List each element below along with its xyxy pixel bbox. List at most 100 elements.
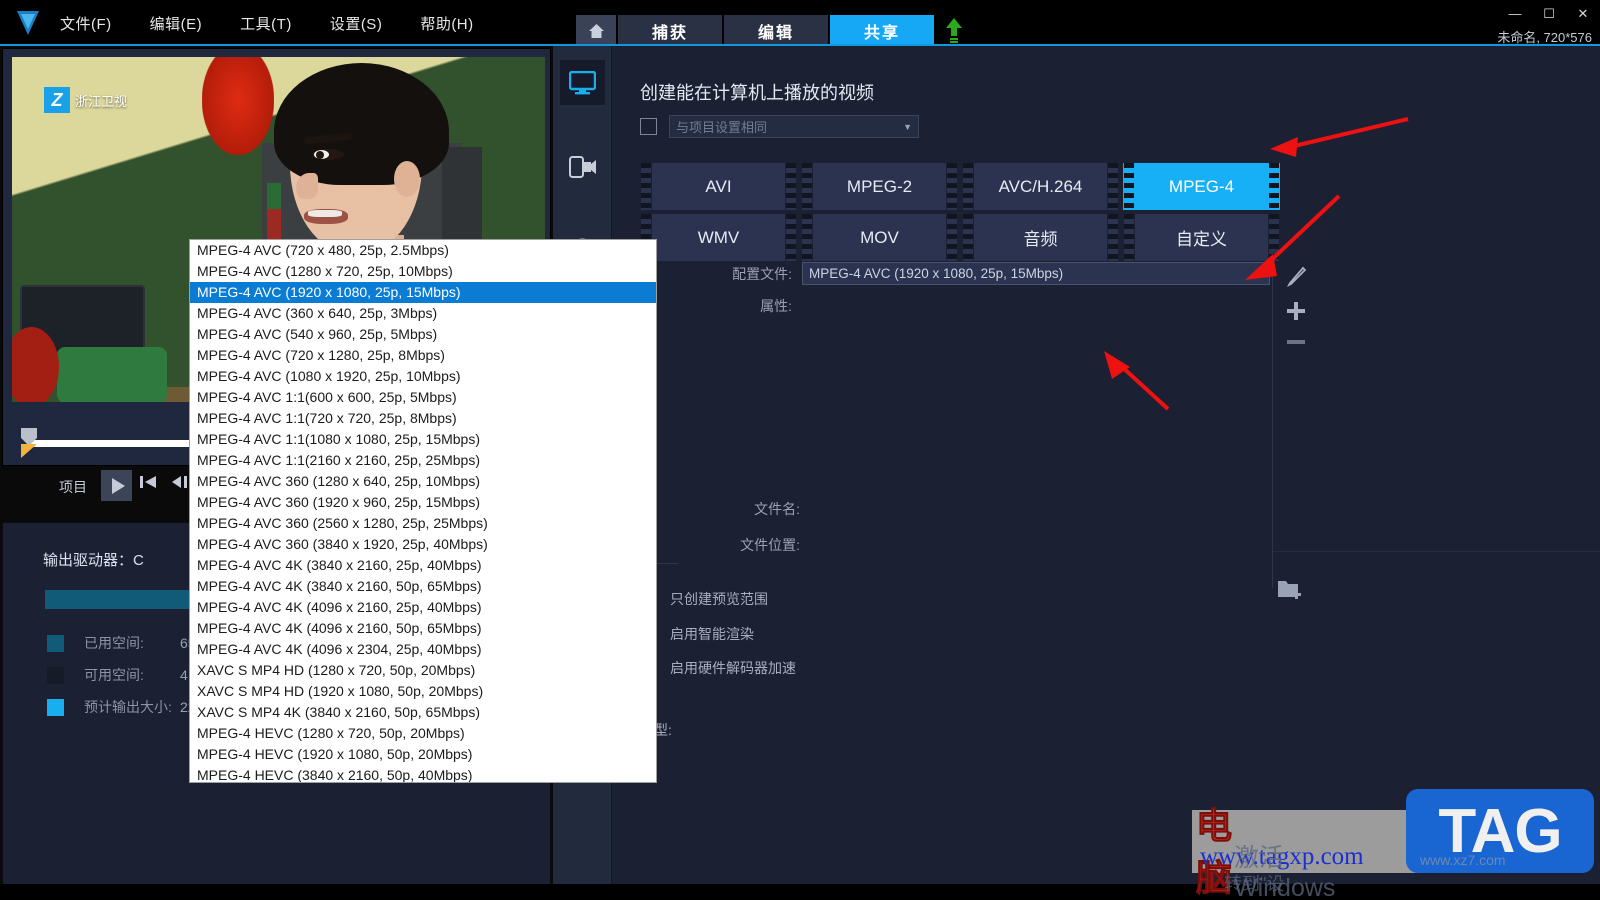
film-perforation-left: [802, 214, 812, 261]
option-smart-render[interactable]: 启用智能渲染: [640, 623, 754, 644]
dropdown-item[interactable]: MPEG-4 AVC (1280 x 720, 25p, 10Mbps): [190, 261, 656, 282]
format-button-grid: AVI MPEG-2 AVC/H.264 MPEG-4 WMV MOV 音频 自…: [640, 163, 1292, 261]
windows-activation-line2: 转到"设置"以激活 Windows: [1224, 874, 1285, 894]
legend-swatch-estimated: [47, 698, 64, 716]
dropdown-item[interactable]: MPEG-4 AVC 360 (1920 x 960, 25p, 15Mbps): [190, 492, 656, 513]
dropdown-item[interactable]: XAVC S MP4 HD (1920 x 1080, 50p, 20Mbps): [190, 681, 656, 702]
video-teeth: [308, 210, 342, 217]
tab-home[interactable]: [576, 15, 616, 46]
dropdown-item[interactable]: MPEG-4 AVC (720 x 480, 25p, 2.5Mbps): [190, 240, 656, 261]
film-perforation-right: [786, 163, 796, 210]
format-button-mpeg2[interactable]: MPEG-2: [801, 163, 958, 210]
channel-logo-label: 浙江卫视: [75, 93, 128, 109]
dropdown-item[interactable]: MPEG-4 AVC 360 (1280 x 640, 25p, 10Mbps): [190, 471, 656, 492]
dropdown-item[interactable]: MPEG-4 AVC 1:1(2160 x 2160, 25p, 25Mbps): [190, 450, 656, 471]
skip-previous-icon[interactable]: [139, 474, 157, 495]
menu-edit[interactable]: 编辑(E): [146, 11, 207, 36]
dropdown-item[interactable]: MPEG-4 AVC 4K (3840 x 2160, 50p, 65Mbps): [190, 576, 656, 597]
smart-render-label: 启用智能渲染: [670, 626, 754, 642]
dropdown-item[interactable]: MPEG-4 AVC 1:1(1080 x 1080, 25p, 15Mbps): [190, 429, 656, 450]
format-label: MOV: [860, 227, 899, 247]
dropdown-item[interactable]: MPEG-4 HEVC (3840 x 2160, 50p, 40Mbps): [190, 765, 656, 782]
menu-bar[interactable]: 文件(F) 编辑(E) 工具(T) 设置(S) 帮助(H): [56, 11, 478, 36]
dropdown-item[interactable]: MPEG-4 AVC 4K (4096 x 2304, 25p, 40Mbps): [190, 639, 656, 660]
menu-tools[interactable]: 工具(T): [236, 11, 296, 36]
dropdown-item[interactable]: MPEG-4 AVC (1920 x 1080, 25p, 15Mbps): [190, 282, 656, 303]
format-button-wmv[interactable]: WMV: [640, 214, 797, 261]
dropdown-item[interactable]: MPEG-4 AVC (720 x 1280, 25p, 8Mbps): [190, 345, 656, 366]
same-as-project-checkbox[interactable]: [640, 118, 657, 135]
share-panel: DVD 3D 创建能在计算机上播放的视频 与项目设置相同 ▼: [553, 46, 1600, 900]
remove-minus-icon[interactable]: [1285, 334, 1307, 352]
film-perforation-left: [1124, 163, 1134, 210]
dropdown-item[interactable]: MPEG-4 AVC 1:1(600 x 600, 25p, 5Mbps): [190, 387, 656, 408]
dropdown-item[interactable]: MPEG-4 AVC (1080 x 1920, 25p, 10Mbps): [190, 366, 656, 387]
dropdown-item[interactable]: MPEG-4 AVC 4K (4096 x 2160, 25p, 40Mbps): [190, 597, 656, 618]
video-ear: [394, 161, 420, 197]
legend-label-used: 已用空间:: [84, 635, 144, 651]
video-pillow: [57, 347, 167, 402]
folder-add-icon[interactable]: [1277, 576, 1304, 606]
film-perforation-right: [947, 163, 957, 210]
tab-edit[interactable]: 编辑: [724, 15, 828, 46]
channel-logo-icon: Z: [44, 87, 70, 113]
dropdown-item[interactable]: XAVC S MP4 HD (1280 x 720, 50p, 20Mbps): [190, 660, 656, 681]
dropdown-item[interactable]: MPEG-4 AVC 1:1(720 x 720, 25p, 8Mbps): [190, 408, 656, 429]
close-button[interactable]: ✕: [1574, 6, 1592, 22]
option-preview-range[interactable]: 只创建预览范围: [640, 589, 768, 609]
same-as-project-select[interactable]: 与项目设置相同 ▼: [669, 115, 919, 138]
dropdown-item[interactable]: MPEG-4 AVC 360 (3840 x 1920, 25p, 40Mbps…: [190, 534, 656, 555]
dropdown-item[interactable]: MPEG-4 HEVC (1280 x 720, 50p, 20Mbps): [190, 723, 656, 744]
dropdown-item[interactable]: XAVC S MP4 4K (3840 x 2160, 50p, 65Mbps): [190, 702, 656, 723]
format-label: MPEG-2: [846, 176, 913, 196]
dropdown-item[interactable]: MPEG-4 AVC 4K (4096 x 2160, 50p, 65Mbps): [190, 618, 656, 639]
legend-label-estimated: 预计输出大小:: [84, 699, 172, 715]
dropdown-item[interactable]: MPEG-4 AVC (360 x 640, 25p, 3Mbps): [190, 303, 656, 324]
film-perforation-left: [963, 163, 973, 210]
upload-arrow-icon[interactable]: [944, 16, 964, 44]
play-button[interactable]: [101, 470, 132, 501]
video-decor-red: [202, 57, 274, 155]
video-pupil: [316, 151, 324, 159]
dropdown-item[interactable]: MPEG-4 AVC 360 (2560 x 1280, 25p, 25Mbps…: [190, 513, 656, 534]
dropdown-item[interactable]: MPEG-4 HEVC (1920 x 1080, 50p, 20Mbps): [190, 744, 656, 765]
bottom-black-strip: [0, 884, 1600, 900]
frame-back-icon[interactable]: [171, 474, 191, 495]
dropdown-item[interactable]: MPEG-4 AVC (540 x 960, 25p, 5Mbps): [190, 324, 656, 345]
profile-combobox[interactable]: MPEG-4 AVC (1920 x 1080, 25p, 15Mbps) ▼: [802, 262, 1270, 285]
tab-capture[interactable]: 捕获: [618, 15, 722, 46]
tab-share[interactable]: 共享: [830, 15, 934, 46]
menu-help[interactable]: 帮助(H): [416, 11, 477, 36]
rail-item-device[interactable]: [560, 144, 605, 189]
same-as-project-label: 与项目设置相同: [676, 120, 768, 135]
film-perforation-left: [1124, 214, 1134, 261]
section-title: 创建能在计算机上播放的视频: [640, 83, 874, 103]
format-button-avc-h264[interactable]: AVC/H.264: [962, 163, 1119, 210]
maximize-button[interactable]: ☐: [1540, 6, 1558, 22]
legend-label-free: 可用空间:: [84, 667, 144, 683]
home-icon: [588, 23, 604, 38]
dropdown-item[interactable]: MPEG-4 AVC 4K (3840 x 2160, 25p, 40Mbps): [190, 555, 656, 576]
format-button-audio[interactable]: 音频: [962, 214, 1119, 261]
monitor-icon: [569, 70, 596, 94]
menu-settings[interactable]: 设置(S): [326, 11, 387, 36]
mobile-device-icon: [568, 155, 596, 178]
format-button-avi[interactable]: AVI: [640, 163, 797, 210]
profile-dropdown-list[interactable]: MPEG-4 AVC (720 x 480, 25p, 2.5Mbps) MPEG…: [189, 239, 657, 783]
title-bar: 文件(F) 编辑(E) 工具(T) 设置(S) 帮助(H) 捕获 编辑 共享 —…: [0, 0, 1600, 46]
preview-range-label: 只创建预览范围: [670, 591, 768, 607]
annotation-arrow-to-selected-item: [1090, 345, 1180, 415]
film-perforation-right: [786, 214, 796, 261]
format-button-mov[interactable]: MOV: [801, 214, 958, 261]
annotation-arrow-to-profile-dropdown: [1215, 192, 1345, 282]
rail-item-computer[interactable]: [560, 60, 605, 105]
minimize-button[interactable]: —: [1506, 6, 1524, 22]
film-perforation-left: [641, 163, 651, 210]
film-perforation-left: [963, 214, 973, 261]
menu-file[interactable]: 文件(F): [56, 11, 116, 36]
film-perforation-right: [1108, 163, 1118, 210]
option-hw-decoder[interactable]: 启用硬件解码器加速: [640, 657, 796, 678]
video-nose: [296, 173, 318, 199]
add-plus-icon[interactable]: [1285, 300, 1307, 327]
app-logo-icon: [14, 8, 42, 38]
